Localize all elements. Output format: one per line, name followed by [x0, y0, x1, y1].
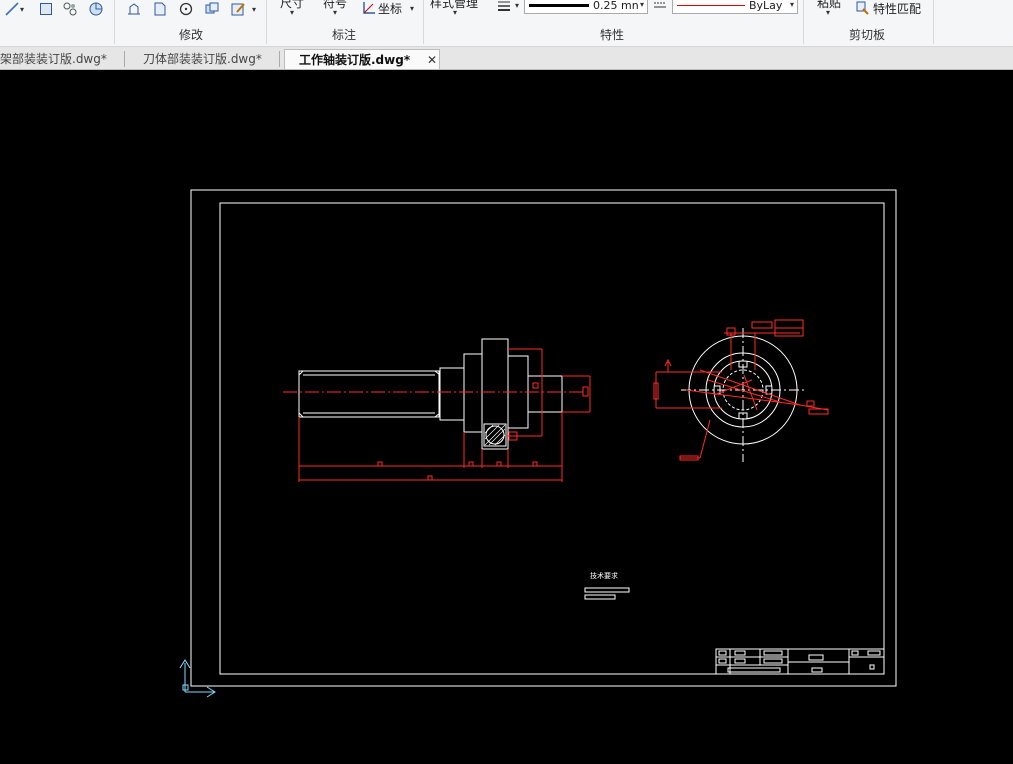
tab-label: 架部装装订版.dwg* — [0, 52, 107, 66]
side-view-centerlines — [681, 328, 805, 462]
lineweight-swatch — [529, 4, 589, 7]
lineweight-select[interactable]: 0.25 mn ▾ — [524, 0, 648, 14]
tab-label: 工作轴装订版.dwg* — [299, 53, 411, 67]
note-line-1 — [584, 587, 630, 593]
shaft-front-view — [298, 338, 563, 450]
lineweight-value: 0.25 mn — [593, 0, 639, 12]
rectangle-tool-icon[interactable] — [38, 1, 54, 17]
match-properties-button[interactable]: 特性匹配 — [873, 0, 921, 17]
group-tool-icon[interactable] — [62, 1, 78, 17]
region-tool-icon[interactable] — [88, 1, 104, 17]
linetype-select[interactable]: ByLay ▾ — [672, 0, 798, 14]
group-label-properties: 特性 — [600, 28, 625, 42]
drawing-svg[interactable]: 技术要求 — [0, 70, 1013, 760]
stretch-tool-icon[interactable] — [126, 1, 142, 17]
lineweight-caret-icon: ▾ — [639, 0, 644, 9]
drawing-canvas[interactable]: 技术要求 — [0, 70, 1013, 760]
tab-label: 刀体部装装订版.dwg* — [143, 52, 262, 66]
linetype-swatch — [677, 5, 745, 6]
edit-tool-icon[interactable] — [230, 1, 246, 17]
mirror-tool-icon[interactable] — [152, 1, 168, 17]
keyway-section-hatch — [483, 423, 507, 447]
technical-notes-title: 技术要求 — [590, 571, 618, 580]
side-view-dimensions — [653, 319, 829, 461]
edit-tool-caret-icon[interactable]: ▾ — [252, 5, 256, 14]
match-properties-icon[interactable] — [855, 0, 871, 16]
symbol-caret-icon[interactable]: ▾ — [333, 8, 337, 17]
coordinate-icon[interactable] — [361, 0, 377, 16]
lineweight-list-caret-icon[interactable]: ▾ — [515, 1, 519, 10]
coordinate-caret-icon[interactable]: ▾ — [410, 4, 414, 13]
tab-cutter-assembly[interactable]: 刀体部装装订版.dwg* — [143, 49, 271, 69]
title-block — [715, 648, 885, 675]
coordinate-button[interactable]: 坐标 — [378, 0, 402, 17]
group-label-annotate: 标注 — [332, 28, 357, 42]
group-label-modify: 修改 — [179, 28, 204, 42]
outer-border — [190, 189, 897, 687]
close-icon[interactable]: ✕ — [427, 50, 437, 70]
copy-tool-icon[interactable] — [204, 1, 220, 17]
lineweight-list-icon[interactable] — [496, 0, 512, 14]
inner-border — [219, 202, 885, 675]
dimension-caret-icon[interactable]: ▾ — [290, 8, 294, 17]
tab-frame-assembly[interactable]: 架部装装订版.dwg* — [0, 49, 122, 69]
group-label-clipboard: 剪切板 — [849, 28, 886, 42]
front-view-dimensions — [298, 348, 591, 482]
technical-notes: 技术要求 — [584, 571, 630, 600]
note-line-2 — [584, 594, 616, 600]
linetype-list-icon[interactable] — [652, 0, 668, 14]
style-manager-caret-icon[interactable]: ▾ — [453, 8, 457, 17]
tab-work-shaft[interactable]: 工作轴装订版.dwg* ✕ — [284, 49, 440, 69]
rotate-tool-icon[interactable] — [178, 1, 194, 17]
ribbon: ▾ ▾ 修改 尺寸 ▾ 符号 ▾ 坐标 ▾ 标注 样式管理 ▾ ▾ 0.25 m… — [0, 0, 1013, 47]
ucs-axis-icon — [179, 659, 216, 698]
paste-caret-icon[interactable]: ▾ — [826, 8, 830, 17]
line-tool-caret-icon[interactable]: ▾ — [20, 5, 24, 14]
linetype-value: ByLay — [749, 0, 783, 12]
linetype-caret-icon: ▾ — [789, 0, 794, 9]
document-tab-bar: 架部装装订版.dwg* 刀体部装装订版.dwg* 工作轴装订版.dwg* ✕ — [0, 47, 1013, 70]
line-tool-icon[interactable] — [4, 1, 20, 17]
